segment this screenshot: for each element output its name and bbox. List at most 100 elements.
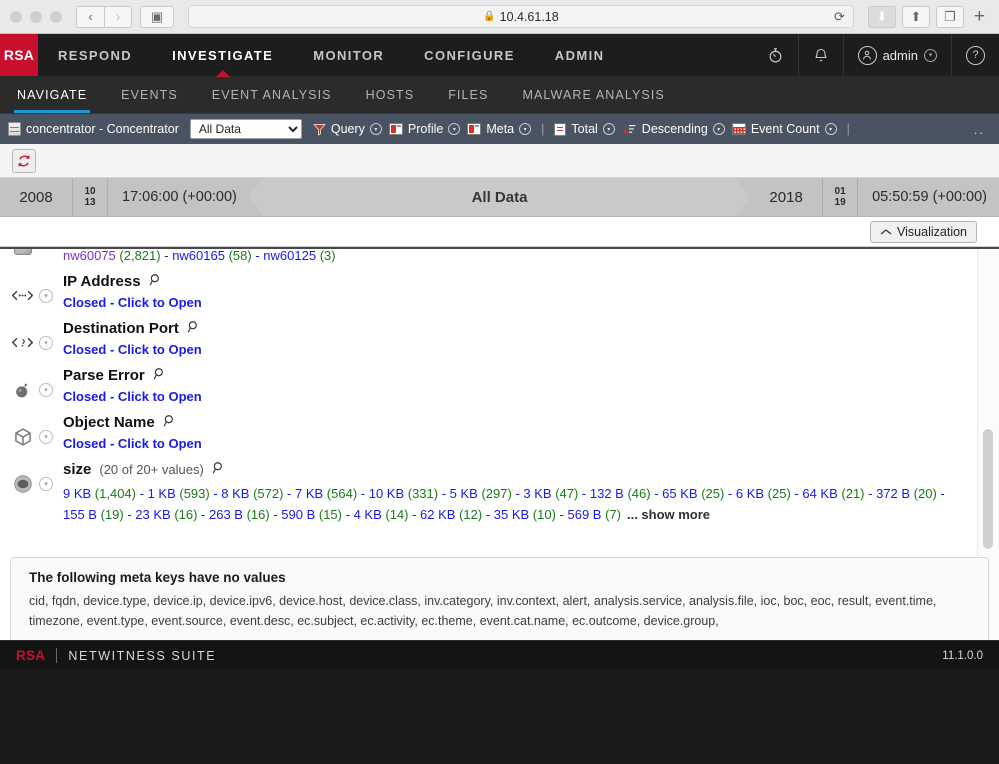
chevron-down-icon[interactable]: ▾ bbox=[39, 430, 53, 444]
meta-value-count: (564) bbox=[323, 486, 357, 501]
reload-icon[interactable]: ⟳ bbox=[834, 9, 845, 25]
time-range-start[interactable]: 2008 10 13 17:06:00 (+00:00) bbox=[0, 178, 249, 216]
notifications-button[interactable] bbox=[798, 34, 843, 76]
query-button[interactable]: Query ▾ bbox=[313, 122, 382, 136]
partial-meta-row: nw60075 (2,821) - nw60165 (58) - nw60125… bbox=[0, 249, 977, 267]
profile-button[interactable]: Profile ▾ bbox=[389, 122, 460, 136]
back-button[interactable]: ‹ bbox=[76, 6, 104, 28]
new-tab-button[interactable]: + bbox=[970, 6, 989, 28]
forward-button[interactable]: › bbox=[104, 6, 132, 28]
meta-value[interactable]: 263 B bbox=[209, 507, 243, 522]
chevron-down-icon[interactable]: ▾ bbox=[39, 477, 53, 491]
meta-value[interactable]: 132 B bbox=[590, 486, 624, 501]
chevron-down-icon[interactable]: ▾ bbox=[713, 123, 725, 135]
meta-value[interactable]: 4 KB bbox=[354, 507, 382, 522]
sort-order-button[interactable]: Descending ▾ bbox=[622, 122, 725, 136]
search-icon[interactable] bbox=[187, 320, 201, 337]
nav-item-configure[interactable]: CONFIGURE bbox=[404, 34, 535, 76]
timer-button[interactable] bbox=[753, 34, 798, 76]
open-meta-key-link[interactable]: Closed - Click to Open bbox=[63, 342, 967, 357]
downloads-button[interactable]: ⬇ bbox=[868, 6, 896, 28]
service-selector[interactable]: concentrator - Concentrator bbox=[8, 122, 179, 136]
meta-value[interactable]: 8 KB bbox=[221, 486, 249, 501]
chevron-down-icon[interactable]: ▾ bbox=[603, 123, 615, 135]
tab-navigate[interactable]: NAVIGATE bbox=[0, 76, 104, 113]
meta-value[interactable]: 65 KB bbox=[662, 486, 697, 501]
meta-key-title: Parse Error bbox=[63, 367, 145, 384]
value-separator: - bbox=[556, 507, 568, 522]
chevron-down-icon[interactable]: ▾ bbox=[39, 383, 53, 397]
meta-value[interactable]: 3 KB bbox=[523, 486, 551, 501]
meta-value[interactable]: 372 B bbox=[876, 486, 910, 501]
parse-error-icon bbox=[12, 379, 33, 400]
chevron-down-icon[interactable]: ▾ bbox=[370, 123, 382, 135]
search-icon[interactable] bbox=[212, 461, 226, 478]
open-meta-key-link[interactable]: Closed - Click to Open bbox=[63, 436, 967, 451]
maximize-window-dot[interactable] bbox=[50, 11, 62, 23]
meta-key-body: Destination Port Closed - Click to Open bbox=[63, 320, 977, 357]
meta-value[interactable]: 6 KB bbox=[736, 486, 764, 501]
tab-malware-analysis[interactable]: MALWARE ANALYSIS bbox=[505, 76, 681, 113]
tab-files[interactable]: FILES bbox=[431, 76, 505, 113]
start-time: 17:06:00 (+00:00) bbox=[108, 178, 249, 216]
meta-value[interactable]: 1 KB bbox=[148, 486, 176, 501]
search-icon[interactable] bbox=[149, 273, 163, 290]
nav-item-respond[interactable]: RESPOND bbox=[38, 34, 152, 76]
meta-value[interactable]: 9 KB bbox=[63, 486, 91, 501]
meta-key-gutter: ▾ bbox=[0, 461, 63, 494]
tab-event-analysis[interactable]: EVENT ANALYSIS bbox=[195, 76, 349, 113]
visualization-toggle-button[interactable]: Visualization bbox=[870, 221, 977, 243]
total-button[interactable]: Total ▾ bbox=[554, 122, 614, 136]
meta-value[interactable]: nw60125 bbox=[263, 249, 316, 263]
nav-item-monitor[interactable]: MONITOR bbox=[293, 34, 404, 76]
refresh-button[interactable] bbox=[12, 149, 36, 173]
meta-value[interactable]: nw60165 bbox=[172, 249, 225, 263]
address-bar[interactable]: 🔒 10.4.61.18 ⟳ bbox=[188, 5, 854, 28]
chevron-down-icon[interactable]: ▾ bbox=[448, 123, 460, 135]
meta-value[interactable]: 569 B bbox=[567, 507, 601, 522]
meta-value-count: (12) bbox=[455, 507, 482, 522]
toolbar-overflow-button[interactable]: .. bbox=[974, 122, 991, 137]
meta-value[interactable]: 7 KB bbox=[295, 486, 323, 501]
open-meta-key-link[interactable]: Closed - Click to Open bbox=[63, 295, 967, 310]
minimize-window-dot[interactable] bbox=[30, 11, 42, 23]
meta-value[interactable]: 590 B bbox=[281, 507, 315, 522]
show-tabs-button[interactable]: ❐ bbox=[936, 6, 964, 28]
search-icon[interactable] bbox=[153, 367, 167, 384]
scrollbar-thumb[interactable] bbox=[983, 429, 993, 549]
chevron-down-icon[interactable]: ▾ bbox=[39, 289, 53, 303]
help-button[interactable]: ? bbox=[951, 34, 999, 76]
tabs-icon: ❐ bbox=[944, 9, 956, 25]
value-separator: - bbox=[791, 486, 803, 501]
search-icon[interactable] bbox=[163, 414, 177, 431]
chevron-down-icon[interactable]: ▾ bbox=[519, 123, 531, 135]
nav-item-admin[interactable]: ADMIN bbox=[535, 34, 625, 76]
meta-value[interactable]: nw60075 bbox=[63, 249, 116, 263]
event-count-button[interactable]: Event Count ▾ bbox=[732, 122, 837, 136]
chevron-down-icon[interactable]: ▾ bbox=[825, 123, 837, 135]
tab-events[interactable]: EVENTS bbox=[104, 76, 195, 113]
meta-value[interactable]: 155 B bbox=[63, 507, 97, 522]
no-values-title: The following meta keys have no values bbox=[29, 570, 970, 585]
meta-value[interactable]: 5 KB bbox=[450, 486, 478, 501]
meta-button[interactable]: Meta ▾ bbox=[467, 122, 531, 136]
share-button[interactable]: ⬆ bbox=[902, 6, 930, 28]
meta-value-count: (1,404) bbox=[91, 486, 136, 501]
sidebar-toggle-button[interactable]: ▣ bbox=[140, 6, 174, 28]
data-range-select[interactable]: All Data bbox=[190, 119, 302, 139]
meta-value[interactable]: 10 KB bbox=[369, 486, 404, 501]
meta-value[interactable]: 64 KB bbox=[802, 486, 837, 501]
tab-hosts[interactable]: HOSTS bbox=[349, 76, 432, 113]
user-menu[interactable]: admin ▾ bbox=[843, 34, 951, 76]
chevron-down-icon[interactable]: ▾ bbox=[39, 336, 53, 350]
meta-value[interactable]: 23 KB bbox=[135, 507, 170, 522]
time-range-end[interactable]: 2018 01 19 05:50:59 (+00:00) bbox=[750, 178, 999, 216]
close-window-dot[interactable] bbox=[10, 11, 22, 23]
show-more-link[interactable]: ... show more bbox=[627, 507, 710, 522]
meta-value[interactable]: 35 KB bbox=[494, 507, 529, 522]
nav-item-investigate[interactable]: INVESTIGATE bbox=[152, 34, 293, 76]
meta-value[interactable]: 62 KB bbox=[420, 507, 455, 522]
meta-value-count: (331) bbox=[404, 486, 438, 501]
open-meta-key-link[interactable]: Closed - Click to Open bbox=[63, 389, 967, 404]
footer-version: 11.1.0.0 bbox=[942, 650, 983, 662]
